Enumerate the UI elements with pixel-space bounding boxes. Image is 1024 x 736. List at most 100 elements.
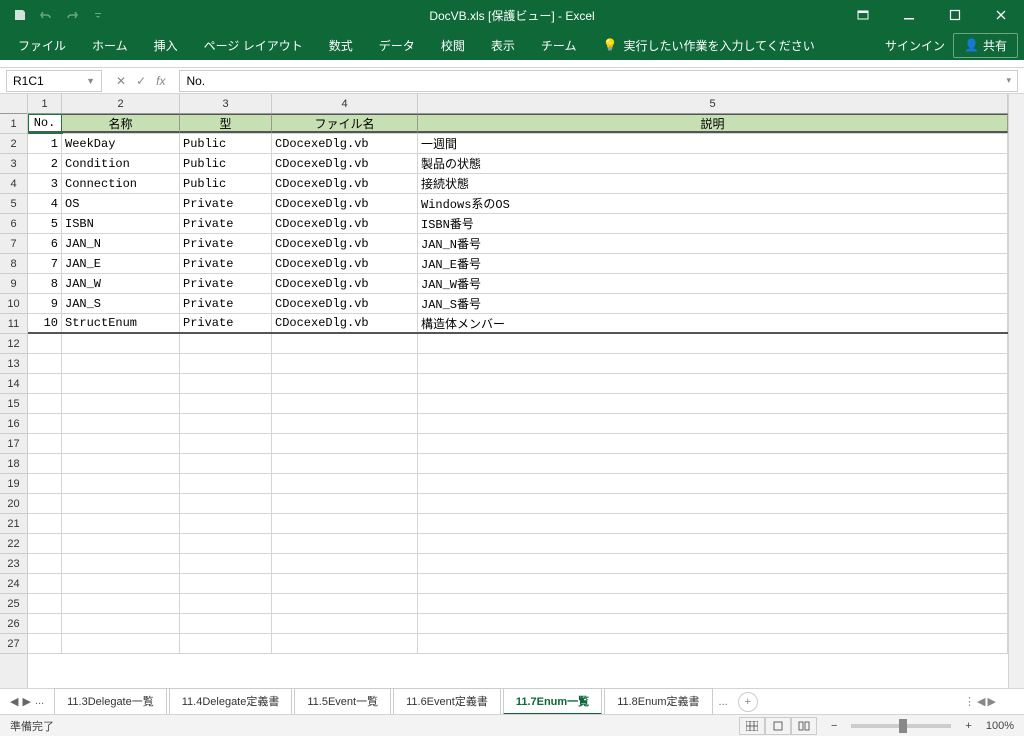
cell[interactable]: CDocexeDlg.vb: [272, 134, 418, 153]
cell[interactable]: [62, 554, 180, 573]
sheet-tab[interactable]: 11.3Delegate一覧: [54, 688, 167, 715]
tab-file[interactable]: ファイル: [6, 31, 78, 60]
cell[interactable]: [418, 374, 1008, 393]
cell[interactable]: [28, 354, 62, 373]
page-break-button[interactable]: [791, 717, 817, 735]
cell[interactable]: JAN_S: [62, 294, 180, 313]
cell[interactable]: 製品の状態: [418, 154, 1008, 173]
expand-formula-icon[interactable]: ▾: [1006, 75, 1011, 86]
row-header[interactable]: 11: [0, 314, 27, 334]
cell[interactable]: Private: [180, 314, 272, 332]
cell[interactable]: [28, 494, 62, 513]
cell[interactable]: 3: [28, 174, 62, 193]
cell[interactable]: [28, 514, 62, 533]
tell-me[interactable]: 💡実行したい作業を入力してください: [590, 31, 826, 60]
cell[interactable]: 8: [28, 274, 62, 293]
cell[interactable]: [418, 354, 1008, 373]
row-header[interactable]: 16: [0, 414, 27, 434]
cell[interactable]: [272, 594, 418, 613]
tab-nav-next[interactable]: ▶: [22, 695, 30, 708]
enter-formula-icon[interactable]: ✓: [136, 74, 146, 88]
col-header[interactable]: 3: [180, 94, 272, 113]
formula-input[interactable]: No.▾: [179, 70, 1018, 92]
cell[interactable]: CDocexeDlg.vb: [272, 194, 418, 213]
cell[interactable]: 10: [28, 314, 62, 332]
cell[interactable]: [28, 414, 62, 433]
cell[interactable]: JAN_E番号: [418, 254, 1008, 273]
cell[interactable]: Private: [180, 274, 272, 293]
cell[interactable]: [180, 534, 272, 553]
cell[interactable]: [272, 474, 418, 493]
cell[interactable]: Private: [180, 254, 272, 273]
sheet-tab[interactable]: 11.7Enum一覧: [503, 688, 602, 715]
cell[interactable]: ファイル名: [272, 114, 418, 133]
cell[interactable]: [272, 634, 418, 653]
row-header[interactable]: 20: [0, 494, 27, 514]
zoom-in-button[interactable]: +: [965, 720, 971, 732]
cell[interactable]: Private: [180, 294, 272, 313]
cell[interactable]: [62, 594, 180, 613]
cell[interactable]: [28, 474, 62, 493]
cell[interactable]: CDocexeDlg.vb: [272, 274, 418, 293]
row-header[interactable]: 13: [0, 354, 27, 374]
cell[interactable]: Condition: [62, 154, 180, 173]
cell[interactable]: [418, 614, 1008, 633]
cell[interactable]: [418, 554, 1008, 573]
cell[interactable]: 7: [28, 254, 62, 273]
tab-team[interactable]: チーム: [529, 31, 589, 60]
cell[interactable]: [418, 514, 1008, 533]
redo-button[interactable]: [60, 3, 84, 27]
zoom-slider[interactable]: [851, 724, 951, 728]
cell[interactable]: [418, 334, 1008, 353]
cell[interactable]: JAN_E: [62, 254, 180, 273]
fx-icon[interactable]: fx: [156, 74, 165, 88]
name-box[interactable]: R1C1▼: [6, 70, 102, 92]
normal-view-button[interactable]: [739, 717, 765, 735]
cell[interactable]: CDocexeDlg.vb: [272, 214, 418, 233]
row-header[interactable]: 2: [0, 134, 27, 154]
row-header[interactable]: 19: [0, 474, 27, 494]
row-header[interactable]: 5: [0, 194, 27, 214]
cell[interactable]: Windows系のOS: [418, 194, 1008, 213]
cell[interactable]: [418, 594, 1008, 613]
tab-formulas[interactable]: 数式: [317, 31, 365, 60]
row-header[interactable]: 6: [0, 214, 27, 234]
share-button[interactable]: 👤共有: [953, 33, 1018, 58]
cell[interactable]: 構造体メンバー: [418, 314, 1008, 332]
cell[interactable]: [28, 454, 62, 473]
tab-review[interactable]: 校閲: [429, 31, 477, 60]
cell[interactable]: [180, 614, 272, 633]
zoom-level[interactable]: 100%: [986, 720, 1014, 732]
cell[interactable]: No.: [28, 114, 62, 133]
cell[interactable]: [272, 574, 418, 593]
cell[interactable]: 4: [28, 194, 62, 213]
cell[interactable]: [418, 474, 1008, 493]
cell[interactable]: CDocexeDlg.vb: [272, 154, 418, 173]
cancel-formula-icon[interactable]: ✕: [116, 74, 126, 88]
col-header[interactable]: 1: [28, 94, 62, 113]
cell[interactable]: [28, 334, 62, 353]
row-header[interactable]: 7: [0, 234, 27, 254]
cell[interactable]: [272, 454, 418, 473]
row-header[interactable]: 4: [0, 174, 27, 194]
tab-overflow-right[interactable]: ...: [715, 696, 732, 708]
cell[interactable]: 9: [28, 294, 62, 313]
ribbon-display-button[interactable]: [840, 0, 886, 30]
cell[interactable]: Public: [180, 154, 272, 173]
cell[interactable]: [180, 494, 272, 513]
cell[interactable]: 一週間: [418, 134, 1008, 153]
cell[interactable]: [272, 354, 418, 373]
cell[interactable]: [272, 374, 418, 393]
cell[interactable]: [28, 374, 62, 393]
cell[interactable]: [62, 474, 180, 493]
cell[interactable]: [418, 494, 1008, 513]
cell[interactable]: 名称: [62, 114, 180, 133]
minimize-button[interactable]: [886, 0, 932, 30]
maximize-button[interactable]: [932, 0, 978, 30]
cell[interactable]: Public: [180, 174, 272, 193]
cell[interactable]: OS: [62, 194, 180, 213]
cell[interactable]: [180, 454, 272, 473]
cell[interactable]: [418, 434, 1008, 453]
qat-dropdown[interactable]: [86, 3, 110, 27]
row-header[interactable]: 26: [0, 614, 27, 634]
